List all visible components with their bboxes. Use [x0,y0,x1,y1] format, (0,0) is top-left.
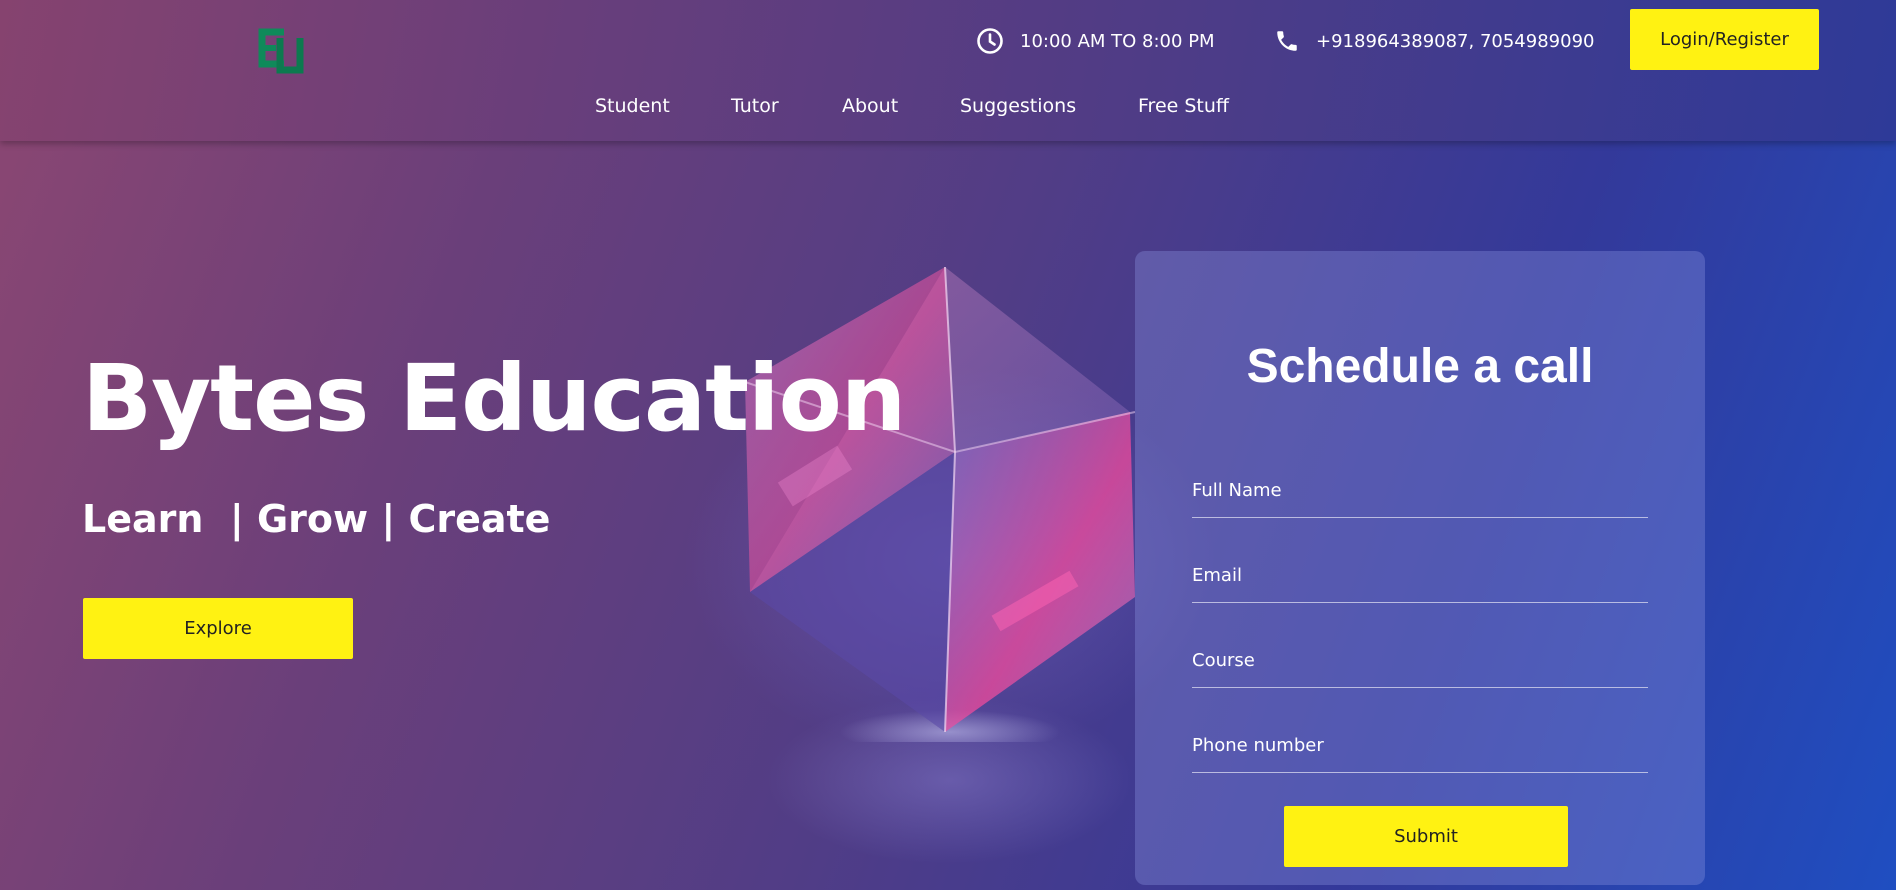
nav-item-about[interactable]: About [842,95,898,117]
submit-button[interactable]: Submit [1284,806,1568,867]
main-nav: Student Tutor About Suggestions Free Stu… [0,95,1896,125]
site-header: 10:00 AM TO 8:00 PM +918964389087, 70549… [0,0,1896,141]
phone-icon [1277,31,1297,51]
contact-phone: +918964389087, 7054989090 [1274,26,1594,56]
email-input[interactable] [1192,553,1648,597]
nav-item-free-stuff[interactable]: Free Stuff [1138,95,1229,117]
nav-item-student[interactable]: Student [595,95,670,117]
hero-title: Bytes Education [82,345,906,452]
full-name-field [1192,468,1648,518]
hero-tagline: Learn | Grow | Create [82,497,551,541]
login-register-button[interactable]: Login/Register [1630,9,1819,70]
hours-text: 10:00 AM TO 8:00 PM [1020,30,1215,52]
clock-icon [977,28,1003,54]
nav-item-tutor[interactable]: Tutor [731,95,779,117]
phone-text[interactable]: +918964389087, 7054989090 [1316,31,1594,52]
bytes-education-logo[interactable] [254,24,306,76]
course-field [1192,638,1648,688]
glass-cube-image [744,266,1136,742]
nav-item-suggestions[interactable]: Suggestions [960,95,1076,117]
schedule-call-form: Schedule a call Submit [1135,251,1705,885]
form-title: Schedule a call [1246,340,1594,393]
phone-number-field [1192,723,1648,773]
business-hours: 10:00 AM TO 8:00 PM [976,26,1215,56]
explore-button[interactable]: Explore [83,598,353,659]
full-name-input[interactable] [1192,468,1648,512]
phone-number-input[interactable] [1192,723,1648,767]
course-input[interactable] [1192,638,1648,682]
email-field [1192,553,1648,603]
